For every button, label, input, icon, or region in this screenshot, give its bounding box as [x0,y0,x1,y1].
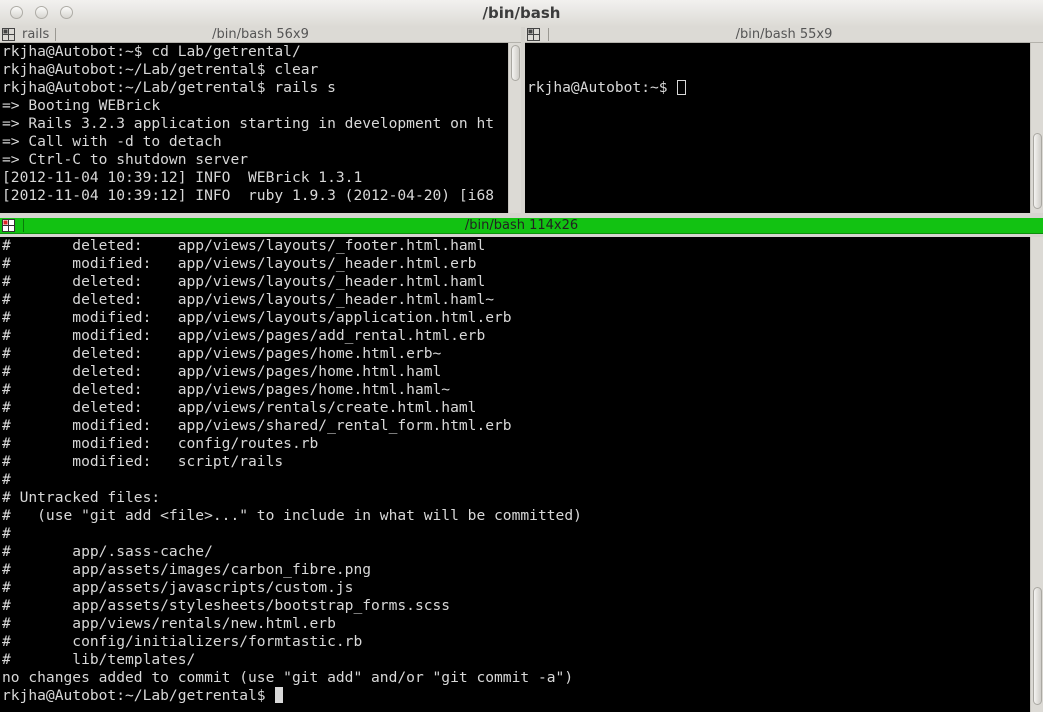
prompt-line: rkjha@Autobot:~$ [527,79,687,97]
terminal-line: # deleted: app/views/layouts/_footer.htm… [2,237,486,254]
terminal-line: [2012-11-04 10:39:12] INFO WEBrick 1.3.1 [2,169,363,186]
terminal-line: => Booting WEBrick [2,97,161,114]
terminal-output: rkjha@Autobot:~$ cd Lab/getrental/rkjha@… [2,43,494,205]
pane-title: /bin/bash 114x26 [464,218,579,233]
terminal-line: # app/.sass-cache/ [2,543,213,560]
terminal-line: # deleted: app/views/layouts/_header.htm… [2,291,495,308]
terminal-line: # app/assets/stylesheets/bootstrap_forms… [2,597,451,614]
terminal-line: # [2,525,11,542]
pane-header-bottom[interactable]: /bin/bash 114x26 [0,218,1043,234]
terminal-line: # lib/templates/ [2,651,196,668]
window-titlebar[interactable]: /bin/bash [0,0,1043,28]
text-cursor [275,687,284,703]
terminal-output: # deleted: app/views/layouts/_footer.htm… [2,237,582,705]
terminal-line: # (use "git add <file>..." to include in… [2,507,582,524]
terminal-line: rkjha@Autobot:~$ cd Lab/getrental/ [2,43,301,60]
scrollbar-thumb[interactable] [1033,587,1042,705]
terminal-line: # deleted: app/views/pages/home.html.erb… [2,345,442,362]
terminal-line: # Untracked files: [2,489,161,506]
terminal-line: # [2,471,11,488]
terminal-bottom[interactable]: # deleted: app/views/layouts/_footer.htm… [0,237,1030,712]
terminal-line: # deleted: app/views/rentals/create.html… [2,399,477,416]
terminal-top-left[interactable]: rkjha@Autobot:~$ cd Lab/getrental/rkjha@… [0,43,508,213]
terminal-output: rkjha@Autobot:~$ [527,43,687,133]
terminal-line: => Rails 3.2.3 application starting in d… [2,115,495,132]
terminal-top-right[interactable]: rkjha@Autobot:~$ [525,43,1030,213]
text-cursor [677,80,687,95]
terminal-line: # modified: script/rails [2,453,284,470]
pane-header-top-left[interactable]: rails /bin/bash 56x9 [0,27,521,43]
terminal-line: # config/initializers/formtastic.rb [2,633,363,650]
pane-header-top-right[interactable]: /bin/bash 55x9 [525,27,1043,43]
terminal-line: # deleted: app/views/pages/home.html.ham… [2,381,451,398]
terminal-line: rkjha@Autobot:~/Lab/getrental$ clear [2,61,319,78]
terminal-line: # modified: config/routes.rb [2,435,319,452]
terminal-line: # deleted: app/views/pages/home.html.ham… [2,363,442,380]
scrollbar-top-right[interactable] [1030,43,1043,213]
terminal-line: # modified: app/views/shared/_rental_for… [2,417,512,434]
terminal-line: rkjha@Autobot:~/Lab/getrental$ rails s [2,79,336,96]
scrollbar-bottom[interactable] [1030,237,1043,712]
scrollbar-thumb[interactable] [1033,133,1042,209]
prompt-text: rkjha@Autobot:~$ [527,79,677,96]
scrollbar-top-left[interactable] [508,43,521,213]
terminal-line: # modified: app/views/layouts/_header.ht… [2,255,477,272]
pane-title: /bin/bash 55x9 [735,27,833,42]
terminator-window: /bin/bash rails /bin/bash 56x9 rkjha@Aut… [0,0,1043,712]
terminal-line: => Ctrl-C to shutdown server [2,151,249,168]
terminal-line: => Call with -d to detach [2,133,222,150]
window-title: /bin/bash [482,4,561,22]
terminal-line: no changes added to commit (use "git add… [2,669,574,686]
prompt-line: rkjha@Autobot:~/Lab/getrental$ [2,687,582,705]
terminal-line: # modified: app/views/pages/add_rental.h… [2,327,486,344]
terminal-line: # modified: app/views/layouts/applicatio… [2,309,512,326]
terminal-line: [2012-11-04 10:39:12] INFO ruby 1.9.3 (2… [2,187,495,204]
pane-title: /bin/bash 56x9 [212,27,309,42]
terminal-line: # app/views/rentals/new.html.erb [2,615,336,632]
scrollbar-thumb[interactable] [511,45,520,81]
terminal-line: # app/assets/images/carbon_fibre.png [2,561,372,578]
prompt-text: rkjha@Autobot:~/Lab/getrental$ [2,687,275,704]
terminal-line: # app/assets/javascripts/custom.js [2,579,354,596]
terminal-line: # deleted: app/views/layouts/_header.htm… [2,273,486,290]
